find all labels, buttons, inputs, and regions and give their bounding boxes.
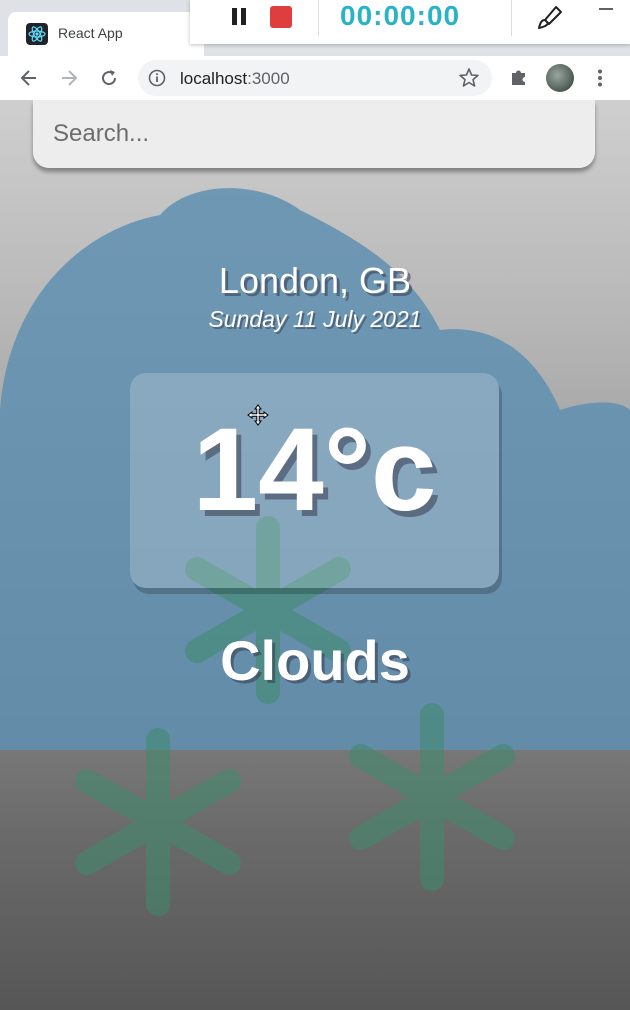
minimize-icon[interactable] <box>599 8 613 10</box>
info-icon[interactable] <box>148 69 166 87</box>
temperature-value: 14°c <box>192 404 437 536</box>
tab-title: React App <box>58 25 123 41</box>
divider <box>318 0 319 36</box>
screen-recorder-bar: 00:00:00 <box>190 0 630 44</box>
divider <box>511 0 512 36</box>
reload-icon[interactable] <box>95 64 123 92</box>
move-cursor-icon <box>247 404 269 426</box>
extensions-icon[interactable] <box>508 66 530 88</box>
app-viewport: London, GB Sunday 11 July 2021 14°c Clou… <box>0 100 630 1010</box>
url-host: localhost <box>180 69 248 88</box>
profile-avatar[interactable] <box>546 64 574 92</box>
address-bar[interactable]: localhost:3000 <box>138 60 492 96</box>
back-arrow-icon[interactable] <box>15 64 43 92</box>
menu-kebab-icon[interactable] <box>590 68 610 88</box>
location-label: London, GB <box>218 260 412 301</box>
stop-record-button[interactable] <box>270 6 292 28</box>
url-port: :3000 <box>247 69 290 88</box>
date-label: Sunday 11 July 2021 <box>208 306 422 332</box>
weather-condition: Clouds <box>220 629 410 692</box>
recording-timer: 00:00:00 <box>340 0 461 31</box>
forward-arrow-icon[interactable] <box>55 64 83 92</box>
search-input[interactable] <box>33 100 595 168</box>
react-icon <box>26 23 48 45</box>
brush-icon[interactable] <box>536 4 564 32</box>
url-text: localhost:3000 <box>180 69 290 89</box>
star-icon[interactable] <box>458 67 480 89</box>
temperature-card: 14°c <box>130 373 499 588</box>
pause-icon[interactable] <box>228 6 250 28</box>
browser-toolbar: localhost:3000 <box>0 56 630 100</box>
browser-tab[interactable]: React App <box>8 12 204 56</box>
